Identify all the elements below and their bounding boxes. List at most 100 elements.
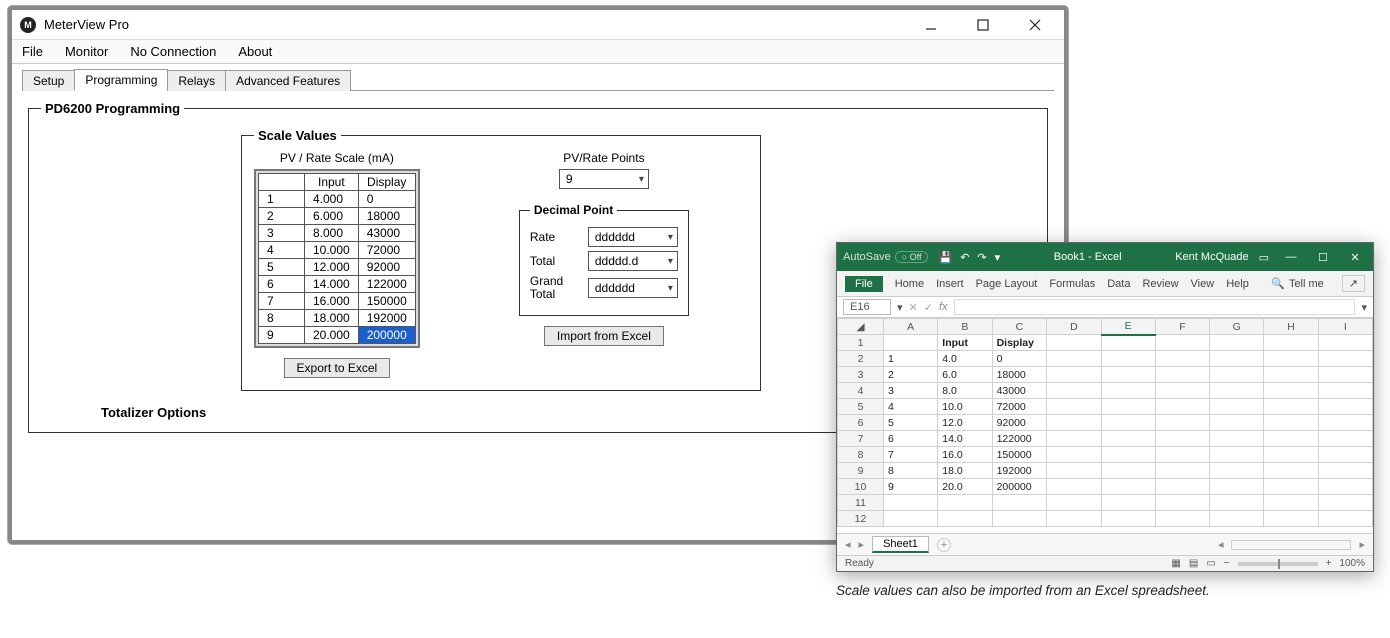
ribbon-view[interactable]: View (1191, 278, 1215, 290)
cell-F7[interactable] (1155, 431, 1209, 447)
pv-table-row[interactable]: 14.0000 (259, 191, 416, 208)
cell-F8[interactable] (1155, 447, 1209, 463)
cell-F6[interactable] (1155, 415, 1209, 431)
pv-cell-input[interactable]: 12.000 (305, 259, 359, 276)
cell-G3[interactable] (1210, 367, 1264, 383)
dp-grand-total-select[interactable]: dddddd▾ (588, 278, 678, 298)
cell-G11[interactable] (1210, 495, 1264, 511)
cell-B1[interactable]: Input (938, 335, 992, 351)
cell-I5[interactable] (1318, 399, 1372, 415)
grid-row[interactable]: 7614.0122000 (838, 431, 1373, 447)
cell-I12[interactable] (1318, 511, 1372, 527)
cell-B8[interactable]: 16.0 (938, 447, 992, 463)
row-header[interactable]: 3 (838, 367, 884, 383)
cell-I9[interactable] (1318, 463, 1372, 479)
grid-row[interactable]: 11 (838, 495, 1373, 511)
cell-I3[interactable] (1318, 367, 1372, 383)
cell-B2[interactable]: 4.0 (938, 351, 992, 367)
row-header[interactable]: 11 (838, 495, 884, 511)
pv-table-row[interactable]: 614.000122000 (259, 276, 416, 293)
redo-icon[interactable]: ↷ (977, 251, 986, 264)
cell-A12[interactable] (884, 511, 938, 527)
row-header[interactable]: 9 (838, 463, 884, 479)
spreadsheet-grid[interactable]: ◢ABCDEFGHI 1InputDisplay214.00326.018000… (837, 318, 1373, 527)
cell-E4[interactable] (1101, 383, 1155, 399)
pv-cell-input[interactable]: 6.000 (305, 208, 359, 225)
cell-H1[interactable] (1264, 335, 1318, 351)
zoom-in-button[interactable]: + (1326, 558, 1332, 569)
excel-maximize-button[interactable]: ☐ (1311, 251, 1335, 264)
cell-I11[interactable] (1318, 495, 1372, 511)
zoom-slider[interactable] (1238, 562, 1318, 566)
cell-G7[interactable] (1210, 431, 1264, 447)
name-box[interactable]: E16 (843, 299, 891, 315)
cell-F10[interactable] (1155, 479, 1209, 495)
pv-table-row[interactable]: 818.000192000 (259, 310, 416, 327)
cell-I2[interactable] (1318, 351, 1372, 367)
grid-row[interactable]: 12 (838, 511, 1373, 527)
maximize-button[interactable] (966, 14, 1000, 36)
pv-cell-input[interactable]: 10.000 (305, 242, 359, 259)
cell-A7[interactable]: 6 (884, 431, 938, 447)
cell-I8[interactable] (1318, 447, 1372, 463)
cell-H6[interactable] (1264, 415, 1318, 431)
cell-A1[interactable] (884, 335, 938, 351)
pv-cell-display[interactable]: 72000 (358, 242, 415, 259)
cell-A6[interactable]: 5 (884, 415, 938, 431)
cell-H11[interactable] (1264, 495, 1318, 511)
cell-G10[interactable] (1210, 479, 1264, 495)
cell-B10[interactable]: 20.0 (938, 479, 992, 495)
cancel-icon[interactable]: ✕ (909, 301, 918, 314)
close-button[interactable] (1018, 14, 1052, 36)
cell-B6[interactable]: 12.0 (938, 415, 992, 431)
cell-F5[interactable] (1155, 399, 1209, 415)
zoom-out-button[interactable]: − (1224, 558, 1230, 569)
cell-D3[interactable] (1047, 367, 1101, 383)
cell-G9[interactable] (1210, 463, 1264, 479)
pv-table-row[interactable]: 716.000150000 (259, 293, 416, 310)
row-header[interactable]: 12 (838, 511, 884, 527)
sheet-tab-sheet1[interactable]: Sheet1 (872, 536, 929, 553)
pv-cell-display[interactable]: 0 (358, 191, 415, 208)
namebox-dropdown-icon[interactable]: ▾ (897, 301, 903, 314)
view-pagebreak-icon[interactable]: ▭ (1206, 558, 1215, 569)
cell-C4[interactable]: 43000 (992, 383, 1047, 399)
pv-cell-input[interactable]: 8.000 (305, 225, 359, 242)
ribbon-formulas[interactable]: Formulas (1049, 278, 1095, 290)
cell-C8[interactable]: 150000 (992, 447, 1047, 463)
hscroll-left-icon[interactable]: ◂ (1218, 538, 1224, 551)
cell-F9[interactable] (1155, 463, 1209, 479)
pv-cell-display[interactable]: 122000 (358, 276, 415, 293)
import-from-excel-button[interactable]: Import from Excel (544, 326, 664, 346)
ribbon-pagelayout[interactable]: Page Layout (976, 278, 1038, 290)
cell-I10[interactable] (1318, 479, 1372, 495)
cell-H10[interactable] (1264, 479, 1318, 495)
add-sheet-button[interactable]: + (937, 538, 951, 552)
qat-more-icon[interactable]: ▾ (995, 251, 1001, 264)
view-pagelayout-icon[interactable]: ▤ (1189, 558, 1198, 569)
menu-about[interactable]: About (238, 44, 272, 59)
cell-A2[interactable]: 1 (884, 351, 938, 367)
pv-cell-input[interactable]: 14.000 (305, 276, 359, 293)
col-header-G[interactable]: G (1210, 319, 1264, 335)
cell-C11[interactable] (992, 495, 1047, 511)
cell-H12[interactable] (1264, 511, 1318, 527)
cell-C7[interactable]: 122000 (992, 431, 1047, 447)
cell-F2[interactable] (1155, 351, 1209, 367)
pv-cell-input[interactable]: 20.000 (305, 327, 359, 344)
fx-icon[interactable]: fx (939, 301, 948, 313)
cell-D9[interactable] (1047, 463, 1101, 479)
cell-D8[interactable] (1047, 447, 1101, 463)
cell-E3[interactable] (1101, 367, 1155, 383)
pv-table-row[interactable]: 26.00018000 (259, 208, 416, 225)
cell-C2[interactable]: 0 (992, 351, 1047, 367)
pv-cell-display[interactable]: 200000 (358, 327, 415, 344)
col-header-F[interactable]: F (1155, 319, 1209, 335)
cell-G1[interactable] (1210, 335, 1264, 351)
export-to-excel-button[interactable]: Export to Excel (284, 358, 391, 378)
cell-D2[interactable] (1047, 351, 1101, 367)
cell-H7[interactable] (1264, 431, 1318, 447)
row-header[interactable]: 2 (838, 351, 884, 367)
pv-rate-points-select[interactable]: 9 ▾ (559, 169, 649, 189)
cell-A11[interactable] (884, 495, 938, 511)
